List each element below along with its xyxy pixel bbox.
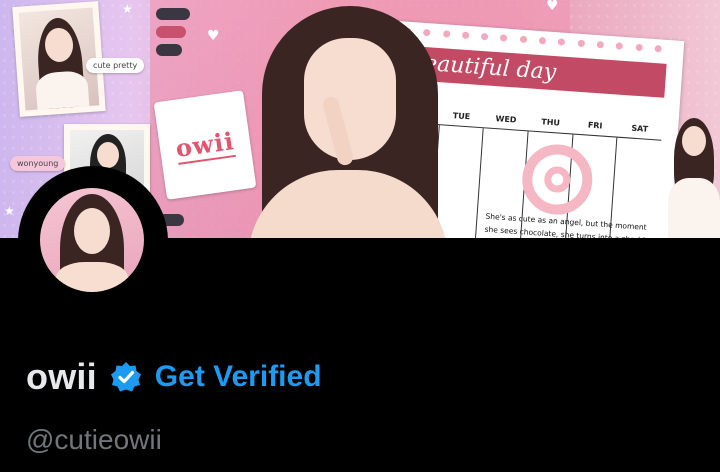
profile-handle: @cutieowii [26, 424, 162, 455]
profile-name-row: owii Get Verified [26, 356, 322, 398]
heart-icon: ♥ [207, 28, 220, 44]
weekday-label: THU [540, 117, 561, 128]
banner-side-photo [664, 118, 720, 238]
heart-icon: ♥ [546, 0, 559, 14]
get-verified-link[interactable]: Get Verified [155, 360, 322, 394]
weekday-label: SAT [631, 123, 649, 134]
avatar-photo [40, 188, 144, 292]
profile-avatar[interactable] [18, 166, 168, 316]
display-name: owii [26, 356, 97, 397]
verified-badge-icon[interactable] [109, 360, 143, 394]
star-icon: ★ [4, 204, 15, 218]
banner-main-photo [238, 0, 458, 238]
sticker-wonyoung: wonyoung [10, 156, 66, 171]
sticker-cute-pretty: cute pretty [86, 58, 145, 73]
weekday-label: WED [495, 114, 517, 125]
decor-pill [156, 8, 190, 20]
weekday-label: FRI [587, 120, 603, 131]
decor-pill [156, 26, 186, 38]
star-icon: ★ [122, 2, 133, 16]
decor-pill [156, 44, 182, 56]
